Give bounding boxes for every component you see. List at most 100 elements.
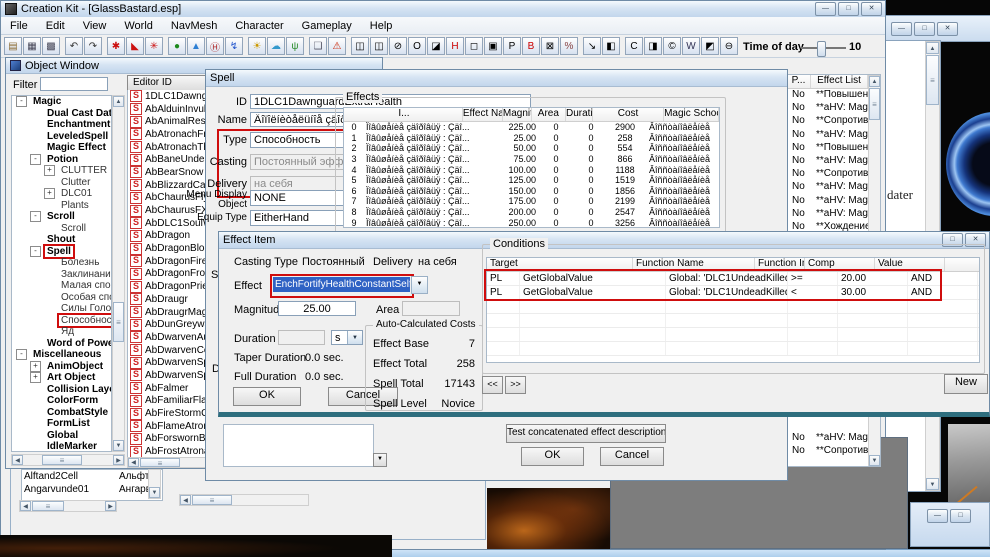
effects-row[interactable]: 3 Ïîâûøåíèå çäîðîâüÿ : Çäî... 75.00 0 0 … [344,154,719,165]
tree-item[interactable]: LeveledSpell [12,131,111,143]
next-condition-button[interactable]: >> [505,376,526,394]
effects-column-header[interactable]: Cost [593,108,664,121]
effects-row[interactable]: 6 Ïîâûøåíèå çäîðîâüÿ : Çäî... 150.00 0 0… [344,186,719,197]
list-row[interactable]: No **aHV: Mag=1 [787,128,868,141]
close-button[interactable]: ✕ [937,22,958,36]
copyright-icon[interactable]: © [663,37,681,55]
water-icon[interactable]: W [682,37,700,55]
condition-row[interactable]: PL GetGlobalValue Global: 'DLC1UndeadKil… [487,272,979,286]
cell-hscrollbar-2[interactable] [179,494,309,506]
conditions-column-header[interactable]: Value [875,258,945,271]
rooms-icon[interactable]: B [522,37,540,55]
tree-item[interactable]: Заклинание [12,269,111,281]
tree-item-ability[interactable]: Способность [12,315,111,327]
time-of-day-slider[interactable] [801,47,846,49]
description-box[interactable] [223,424,374,467]
menu-help[interactable]: Help [361,18,402,34]
list-row[interactable]: No **aHV: Mag=0 [787,101,868,114]
prev-condition-button[interactable]: << [482,376,503,394]
effects-row[interactable]: 0 Ïîâûøåíèå çäîðîâüÿ : Çäî... 225.00 0 0… [344,122,719,133]
maximize-button[interactable]: □ [838,2,859,16]
effects-row[interactable]: 7 Ïîâûøåíèå çäîðîâüÿ : Çäî... 175.00 0 0… [344,196,719,207]
scroll-left-icon[interactable] [180,495,191,505]
tree-item[interactable]: FormList [12,418,111,430]
tree-item[interactable]: + AnimObject [12,361,111,373]
scroll-left-icon[interactable] [20,501,31,511]
scroll-right-icon[interactable] [113,455,124,465]
cancel-button[interactable]: Cancel [600,447,664,466]
tree-expander-icon[interactable]: + [44,188,55,199]
conditions-column-header[interactable]: Comp [805,258,875,271]
animation-icon[interactable]: ↯ [225,37,243,55]
sky-icon[interactable]: ☁ [267,37,285,55]
column-effect-list[interactable]: Effect List [811,75,868,88]
cell-list-scrollbar[interactable] [148,469,161,499]
tree-expander-icon[interactable]: - [30,211,41,222]
tree-item[interactable]: - Miscellaneous [12,349,111,361]
tree-item[interactable]: - Scroll [12,211,111,223]
duration-unit-combo[interactable]: s [331,330,363,345]
minus-icon[interactable]: ⊖ [720,37,738,55]
effects-column-header[interactable]: Effect Name [463,108,503,121]
scrollbar-thumb[interactable] [869,88,880,120]
cell-hscrollbar[interactable] [19,500,117,512]
cell-view-icon[interactable]: C [625,37,643,55]
list-row[interactable]: No **aHV: Mag=1 [787,180,868,193]
tree-item[interactable]: Scroll [12,223,111,235]
close-button[interactable]: ✕ [861,2,882,16]
tree-item[interactable]: ColorForm [12,395,111,407]
scroll-up-icon[interactable] [926,42,939,54]
ok-button[interactable]: OK [521,447,584,466]
dialogue-icon[interactable]: ❑ [309,37,327,55]
lighting-icon[interactable]: ☀ [248,37,266,55]
chevron-down-icon[interactable]: ▼ [411,276,428,294]
snap-to-grid-icon[interactable]: ✱ [107,37,125,55]
primitives-icon[interactable]: P [503,37,521,55]
tree-item[interactable]: CombatStyle [12,407,111,419]
tree-item[interactable]: Word of Power [12,338,111,350]
effects-row[interactable]: 9 Ïîâûøåíèå çäîðîâüÿ : Çäî... 250.00 0 0… [344,217,719,228]
effects-column-header[interactable]: Duration [566,108,593,121]
scroll-left-icon[interactable] [12,455,23,465]
minimize-button[interactable]: — [891,22,912,36]
maximize-button[interactable]: □ [914,22,935,36]
warnings-icon[interactable]: ⚠ [328,37,346,55]
list-row[interactable]: No **aHV: Mag=1 [787,431,868,444]
pick-icon[interactable]: ↘ [583,37,601,55]
menu-view[interactable]: View [74,18,116,34]
condition-row[interactable]: PL GetGlobalValue Global: 'DLC1UndeadKil… [487,286,979,300]
sound-marker-icon[interactable]: ● [168,37,186,55]
ok-button[interactable]: OK [233,387,301,406]
conditions-column-header[interactable]: Function Name [633,258,755,271]
menu-edit[interactable]: Edit [37,18,74,34]
tree-item[interactable]: + CLUTTER [12,165,111,177]
chevron-down-icon[interactable] [347,331,362,344]
tree-expander-icon[interactable]: - [30,154,41,165]
tree-item[interactable]: - Magic [12,96,111,108]
cell-boundaries-icon[interactable]: ◫ [351,37,369,55]
landscape-edit-icon[interactable]: ▲ [187,37,205,55]
tree-hscrollbar[interactable] [11,454,125,466]
effects-row[interactable]: 1 Ïîâûøåíèå çäîðîâüÿ : Çäî... 25.00 0 0 … [344,133,719,144]
orbit-icon[interactable]: O [408,37,426,55]
magnitude-field[interactable] [278,301,356,316]
tree-item[interactable]: Enchantment [12,119,111,131]
tree-item[interactable]: IdleMarker [12,441,111,452]
menu-character[interactable]: Character [226,18,292,34]
scroll-down-icon[interactable] [869,455,880,466]
scroll-left-icon[interactable] [128,458,139,467]
duration-field[interactable] [278,330,325,345]
snap-to-reference-icon[interactable]: ✳ [145,37,163,55]
effects-row[interactable]: 8 Ïîâûøåíèå çäîðîâüÿ : Çäî... 200.00 0 0… [344,207,719,218]
list-row[interactable]: No **aHV: Mag=0 [787,194,868,207]
tree-expander-icon[interactable]: + [44,165,55,176]
scrollbar-thumb[interactable] [192,495,232,505]
tree-item[interactable]: Силы Голоса [12,303,111,315]
list-row[interactable]: No **aHV: Mag=0 [787,207,868,220]
tree-item[interactable]: Global [12,430,111,442]
list-row[interactable]: No **Повышенно [787,141,868,154]
tree-vscrollbar[interactable] [112,95,125,452]
tree-item[interactable]: Малая способ [12,280,111,292]
tree-item[interactable]: Magic Effect [12,142,111,154]
tree-item[interactable]: - Potion [12,154,111,166]
